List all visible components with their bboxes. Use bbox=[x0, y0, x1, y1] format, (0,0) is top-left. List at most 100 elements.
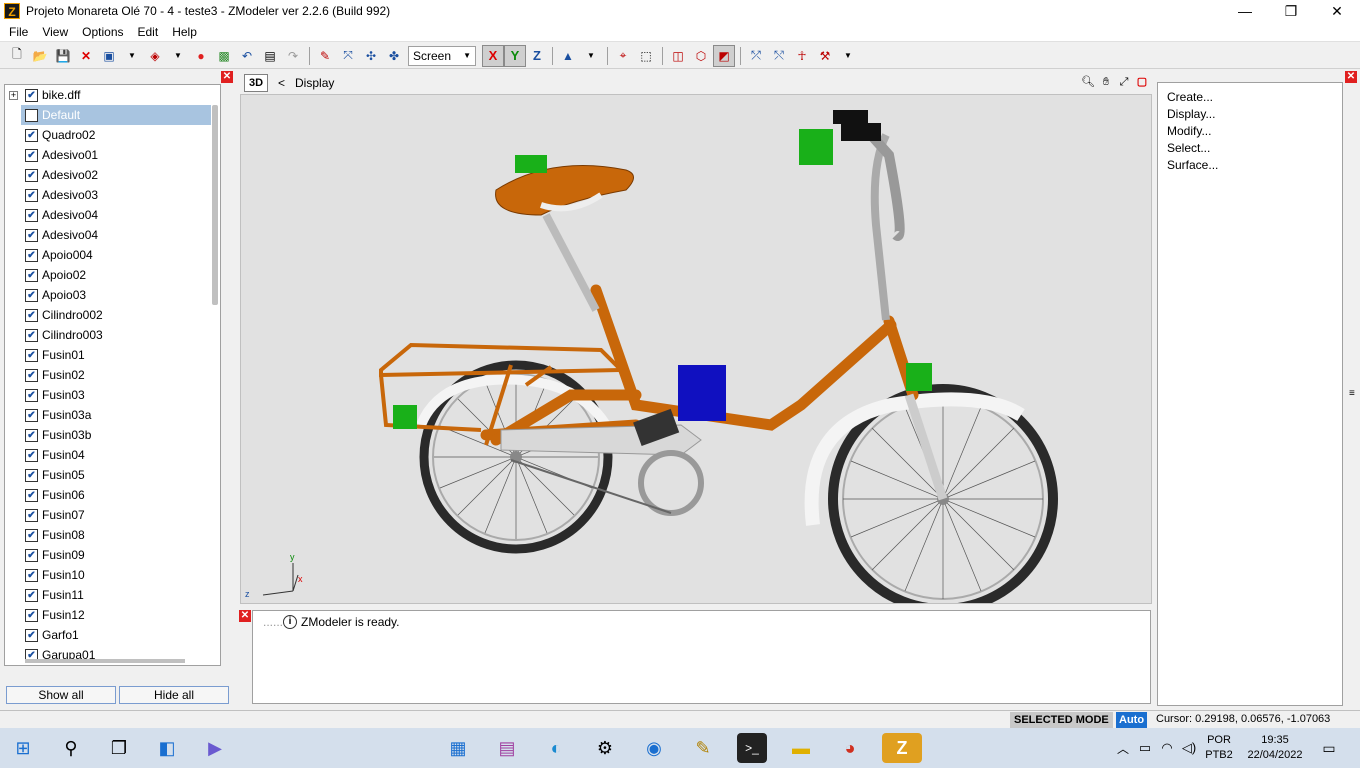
checkbox-checked-icon[interactable]: ✔ bbox=[25, 348, 38, 362]
delete-icon[interactable]: ✕ bbox=[75, 45, 97, 67]
store-icon[interactable]: ▦ bbox=[443, 733, 473, 763]
close-button[interactable]: ✕ bbox=[1314, 0, 1360, 22]
checkbox-checked-icon[interactable]: ✔ bbox=[25, 268, 38, 282]
redo-icon[interactable]: ↷ bbox=[282, 45, 304, 67]
hierarchy-icon[interactable]: ⤲ bbox=[768, 45, 790, 67]
checkbox-checked-icon[interactable]: ✔ bbox=[25, 448, 38, 462]
terminal-icon[interactable]: >_ bbox=[737, 733, 767, 763]
clock[interactable]: 19:35 22/04/2022 bbox=[1240, 733, 1310, 763]
tree-item[interactable]: ✔ Adesivo02 bbox=[5, 165, 220, 185]
cube-selected-icon[interactable]: ◩ bbox=[713, 44, 735, 67]
close-icon[interactable]: ✕ bbox=[221, 71, 233, 83]
close-icon[interactable]: ✕ bbox=[239, 610, 251, 622]
material-icon[interactable]: ▲ bbox=[557, 45, 579, 67]
cube-wire-icon[interactable]: ⬡ bbox=[690, 45, 712, 67]
volume-icon[interactable]: ◁) bbox=[1174, 733, 1204, 763]
tree-item[interactable]: ✔ Adesivo04 bbox=[5, 205, 220, 225]
tree-item[interactable]: ✔ Fusin10 bbox=[5, 565, 220, 585]
show-all-button[interactable]: Show all bbox=[6, 686, 116, 704]
tree-item[interactable]: ✔ Garfo1 bbox=[5, 625, 220, 645]
file-explorer-icon[interactable]: ▬ bbox=[786, 733, 816, 763]
tools-icon[interactable]: ⚒ bbox=[814, 45, 836, 67]
checkbox-checked-icon[interactable]: ✔ bbox=[25, 388, 38, 402]
search-icon[interactable]: ⚲ bbox=[56, 733, 86, 763]
tree-item[interactable]: ✔ Fusin02 bbox=[5, 365, 220, 385]
axis-z-toggle[interactable]: Z bbox=[526, 45, 548, 67]
dropdown-arrow-icon[interactable]: ▼ bbox=[837, 45, 859, 67]
checkbox-checked-icon[interactable]: ✔ bbox=[25, 468, 38, 482]
tree-item[interactable]: ✔ Apoio02 bbox=[5, 265, 220, 285]
checkbox-checked-icon[interactable]: ✔ bbox=[25, 328, 38, 342]
close-icon[interactable]: ✕ bbox=[1345, 71, 1357, 83]
maximize-viewport-icon[interactable]: ▢ bbox=[1134, 74, 1150, 90]
paint-icon[interactable]: ✎ bbox=[314, 45, 336, 67]
checkbox-checked-icon[interactable]: ✔ bbox=[25, 308, 38, 322]
zoom-icon[interactable]: 🔍︎ bbox=[1080, 74, 1096, 90]
axis-y-toggle[interactable]: Y bbox=[504, 44, 526, 67]
menu-view[interactable]: View bbox=[35, 25, 75, 39]
tree-item[interactable]: ✔ Fusin09 bbox=[5, 545, 220, 565]
tree-item[interactable]: ✔ Fusin08 bbox=[5, 525, 220, 545]
axis-gizmo-icon[interactable]: ✣ bbox=[360, 45, 382, 67]
notification-icon[interactable]: ▭ bbox=[1314, 733, 1344, 763]
checkbox-checked-icon[interactable]: ✔ bbox=[25, 588, 38, 602]
checkbox-checked-icon[interactable]: ✔ bbox=[25, 568, 38, 582]
tree-item[interactable]: ✔ Fusin03b bbox=[5, 425, 220, 445]
record-icon[interactable]: ● bbox=[190, 45, 212, 67]
hide-all-button[interactable]: Hide all bbox=[119, 686, 229, 704]
character-icon[interactable]: ☥ bbox=[791, 45, 813, 67]
document-icon[interactable]: ▤ bbox=[259, 45, 281, 67]
tree-item[interactable]: ✔ Fusin12 bbox=[5, 605, 220, 625]
checkbox-checked-icon[interactable]: ✔ bbox=[25, 428, 38, 442]
save-icon[interactable]: 💾 bbox=[52, 45, 74, 67]
command-surface[interactable]: Surface... bbox=[1158, 157, 1342, 174]
tools-app-icon[interactable]: ✎ bbox=[688, 733, 718, 763]
vertex-move-icon[interactable]: ⤧ bbox=[337, 45, 359, 67]
auto-badge[interactable]: Auto bbox=[1116, 712, 1148, 728]
viewport-3d[interactable]: y z x bbox=[240, 94, 1152, 614]
checkbox-checked-icon[interactable]: ✔ bbox=[25, 188, 38, 202]
checkbox-checked-icon[interactable]: ✔ bbox=[25, 148, 38, 162]
checkbox-checked-icon[interactable]: ✔ bbox=[25, 408, 38, 422]
tree-item[interactable]: ✔ Fusin01 bbox=[5, 345, 220, 365]
edge-icon[interactable]: ◐ bbox=[541, 733, 571, 763]
new-file-icon[interactable]: 🗋 bbox=[6, 45, 28, 67]
expand-icon[interactable]: + bbox=[9, 90, 18, 100]
zmodeler-taskbar-icon[interactable]: Z bbox=[882, 733, 922, 763]
object-tree[interactable]: + ✔ bike.dff Default ✔ Quadro02 ✔ Adesivo01 ✔… bbox=[4, 84, 221, 666]
dropdown-arrow-icon[interactable]: ▼ bbox=[580, 45, 602, 67]
tree-item[interactable]: ✔ Quadro02 bbox=[5, 125, 220, 145]
tree-item[interactable]: Default bbox=[21, 105, 211, 125]
export-icon[interactable]: ◈ bbox=[144, 45, 166, 67]
tree-item[interactable]: ✔ Fusin07 bbox=[5, 505, 220, 525]
chat-icon[interactable]: ▶ bbox=[200, 733, 230, 763]
undo-icon[interactable]: ↶ bbox=[236, 45, 258, 67]
menu-options[interactable]: Options bbox=[75, 25, 130, 39]
tree-item[interactable]: ✔ Fusin06 bbox=[5, 485, 220, 505]
checkbox-checked-icon[interactable]: ✔ bbox=[25, 608, 38, 622]
open-folder-icon[interactable]: 📂 bbox=[29, 45, 51, 67]
command-create[interactable]: Create... bbox=[1158, 89, 1342, 106]
tree-item[interactable]: ✔ Adesivo03 bbox=[5, 185, 220, 205]
viewport-arrow[interactable]: < bbox=[278, 76, 285, 90]
command-select[interactable]: Select... bbox=[1158, 140, 1342, 157]
select-box-icon[interactable]: ⬚ bbox=[635, 45, 657, 67]
checkbox-checked-icon[interactable]: ✔ bbox=[25, 248, 38, 262]
checkbox-checked-icon[interactable]: ✔ bbox=[25, 628, 38, 642]
checkbox-checked-icon[interactable]: ✔ bbox=[25, 548, 38, 562]
tree-item[interactable]: ✔ Fusin11 bbox=[5, 585, 220, 605]
widgets-icon[interactable]: ◧ bbox=[152, 733, 182, 763]
checkbox-checked-icon[interactable]: ✔ bbox=[25, 128, 38, 142]
zoom-extents-icon[interactable]: ⤢ bbox=[1116, 74, 1132, 90]
checkbox-checked-icon[interactable]: ✔ bbox=[25, 368, 38, 382]
menu-file[interactable]: File bbox=[2, 25, 35, 39]
minimize-button[interactable]: — bbox=[1222, 0, 1268, 22]
view-mode-select[interactable]: Screen ▼ bbox=[408, 45, 476, 66]
tree-root[interactable]: + ✔ bike.dff bbox=[5, 85, 220, 105]
axis-rotate-icon[interactable]: ✤ bbox=[383, 45, 405, 67]
axis-x-toggle[interactable]: X bbox=[482, 44, 504, 67]
maximize-button[interactable]: ❐ bbox=[1268, 0, 1314, 22]
checkbox-checked-icon[interactable]: ✔ bbox=[25, 288, 38, 302]
panel-splitter-icon[interactable]: ≡ bbox=[1349, 388, 1355, 399]
tree-item[interactable]: ✔ Apoio004 bbox=[5, 245, 220, 265]
